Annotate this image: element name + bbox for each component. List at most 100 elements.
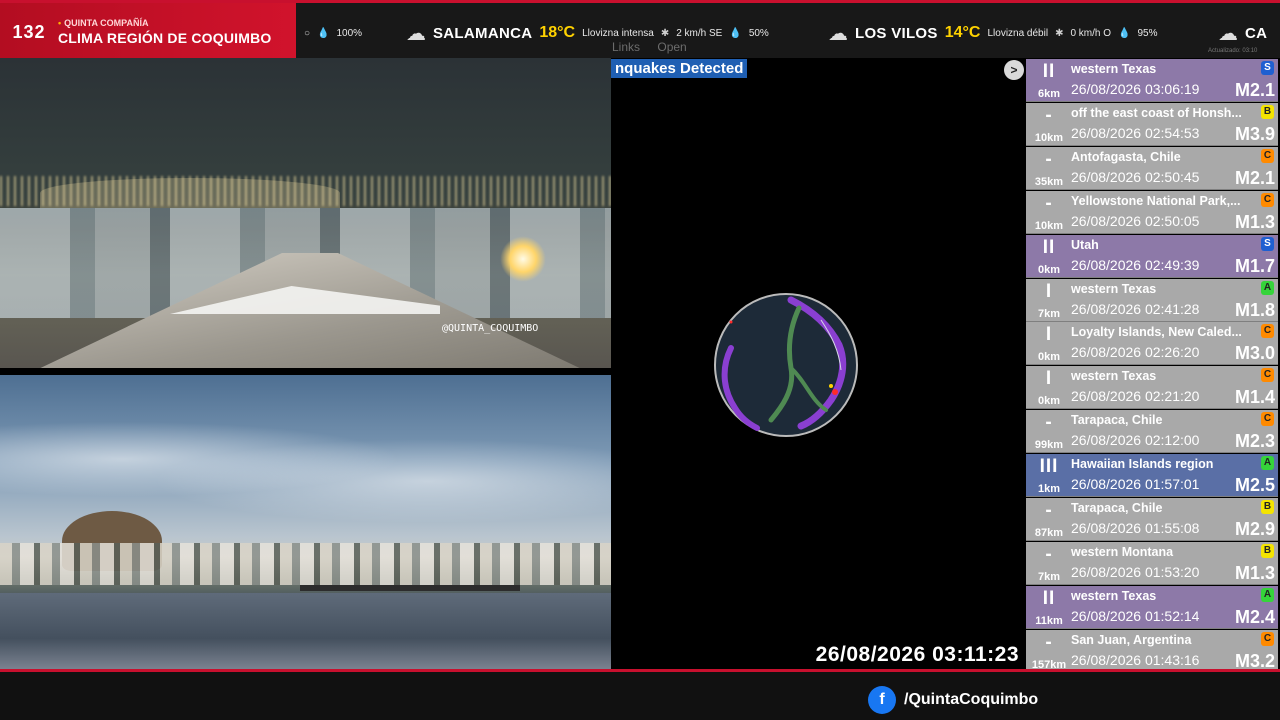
alert-level-badge: B [1261, 543, 1274, 558]
ticker-item: ☁ CA [1218, 19, 1267, 47]
quake-row[interactable]: - 35km Antofagasta, Chile 26/08/2026 02:50:… [1026, 146, 1278, 190]
quake-magnitude: M1.4 [1234, 387, 1275, 408]
alert-level-badge: A [1261, 280, 1274, 295]
depth-label: 99km [1034, 439, 1064, 452]
quake-time: 26/08/2026 03:06:19 [1071, 81, 1200, 97]
depth-label: 10km [1034, 219, 1064, 232]
earth-globe[interactable] [711, 290, 861, 440]
quake-time: 26/08/2026 02:41:28 [1071, 300, 1200, 317]
quake-row[interactable]: II 6km western Texas 26/08/2026 03:06:19 M2.… [1026, 59, 1278, 102]
quake-location: western Texas [1071, 588, 1157, 603]
night-city-camera: @QUINTA_COQUIMBO [0, 58, 611, 368]
quake-magnitude: M1.3 [1234, 562, 1275, 583]
quake-magnitude: M1.8 [1234, 299, 1275, 320]
quake-location: western Texas [1071, 281, 1157, 296]
quake-row[interactable]: II 11km western Texas 26/08/2026 01:52:14 M2… [1026, 585, 1278, 629]
wind-icon: ○ [304, 27, 311, 39]
quake-row[interactable]: - 10km off the east coast of Honsh... 26/08… [1026, 102, 1278, 146]
earthquake-list: II 6km western Texas 26/08/2026 03:06:19 M2.… [1026, 59, 1280, 671]
ticker-condition: Llovizna intensa [582, 27, 654, 39]
bay-camera [0, 375, 611, 669]
pier [300, 585, 520, 591]
ticker-item: ○ 💧 100% [304, 19, 362, 47]
links-menu[interactable]: Links Open [612, 40, 701, 54]
updated-note: Actualizado: 03:10 [1208, 48, 1258, 54]
quake-location: Tarapaca, Chile [1071, 413, 1163, 428]
quake-time: 26/08/2026 01:57:01 [1071, 476, 1200, 493]
quake-location: Yellowstone National Park,... [1071, 193, 1241, 208]
depth-label: 87km [1034, 527, 1064, 539]
quake-location: western Texas [1071, 369, 1157, 384]
facebook-icon[interactable]: f [868, 686, 896, 714]
rain-cloud-icon: ☁ [406, 22, 426, 45]
alert-level-badge: C [1261, 368, 1274, 383]
quake-row[interactable]: III 1km Hawaiian Islands region 26/08/2026 … [1026, 454, 1278, 498]
depth-label: 7km [1037, 307, 1061, 320]
quake-magnitude: M1.7 [1234, 255, 1275, 276]
ticker-temp: 14°C [944, 24, 981, 41]
quake-row[interactable]: - 7km western Montana 26/08/2026 01:53:20 M1… [1026, 541, 1278, 585]
ticker-city: SALAMANCA [433, 24, 533, 42]
quake-time: 26/08/2026 02:54:53 [1071, 124, 1200, 141]
quake-location: Antofagasta, Chile [1071, 149, 1181, 164]
quake-row[interactable]: I 7km western Texas 26/08/2026 02:41:28 M1.8… [1026, 278, 1278, 322]
alert-level-badge: C [1261, 412, 1274, 427]
quake-location: Loyalty Islands, New Caled... [1071, 325, 1242, 340]
quake-magnitude: M2.1 [1234, 167, 1275, 188]
ticker-wind: 0 km/h O [1070, 27, 1112, 39]
quake-row[interactable]: -157km San Juan, Argentina 26/08/2026 01:4… [1026, 629, 1278, 671]
weather-ticker: ○ 💧 100% ☁ SALAMANCA 18°C Llovizna inten… [296, 3, 1280, 61]
intensity-label: - [1045, 148, 1053, 170]
intensity-label: I [1045, 280, 1053, 302]
quake-location: Utah [1071, 237, 1099, 252]
depth-label: 35km [1034, 175, 1064, 188]
quake-magnitude: M2.5 [1234, 475, 1275, 496]
quake-row[interactable]: I 0km Loyalty Islands, New Caled... 26/08/2… [1026, 322, 1278, 366]
ticker-temp: 18°C [539, 24, 576, 41]
facebook-handle[interactable]: /QuintaCoquimbo [904, 691, 1038, 709]
bay-water [0, 593, 611, 669]
street-lamp [500, 236, 546, 282]
quake-row[interactable]: II 0km Utah 26/08/2026 02:49:39 M1.7 S [1026, 234, 1278, 278]
alert-level-badge: A [1261, 456, 1274, 471]
quake-row[interactable]: - 10km Yellowstone National Park,... 26/08/… [1026, 190, 1278, 234]
intensity-label: I [1045, 324, 1053, 346]
depth-label: 7km [1037, 570, 1061, 583]
quake-magnitude: M2.9 [1234, 519, 1275, 539]
quake-row[interactable]: I 0km western Texas 26/08/2026 02:21:20 M1.4… [1026, 366, 1278, 410]
links-item[interactable]: Links [612, 40, 640, 54]
depth-label: 10km [1034, 131, 1064, 144]
alert-level-badge: A [1261, 587, 1274, 602]
quake-time: 26/08/2026 01:52:14 [1071, 607, 1200, 624]
intensity-label: - [1045, 631, 1053, 653]
alert-level-badge: C [1261, 324, 1274, 339]
ticker-condition: Llovizna débil [987, 27, 1049, 39]
quake-magnitude: M2.4 [1234, 606, 1275, 627]
quake-time: 26/08/2026 01:55:08 [1071, 520, 1200, 536]
intensity-label: - [1045, 500, 1053, 521]
intensity-label: - [1045, 104, 1053, 126]
alert-level-badge: B [1261, 500, 1274, 514]
quake-marker [729, 320, 733, 324]
quake-row[interactable]: - 99km Tarapaca, Chile 26/08/2026 02:12:00 M… [1026, 410, 1278, 454]
alert-level-badge: B [1261, 104, 1274, 119]
quake-time: 26/08/2026 02:50:05 [1071, 212, 1200, 229]
quake-marker [829, 384, 833, 388]
quake-location: western Montana [1071, 544, 1174, 559]
alert-level-badge: C [1261, 192, 1274, 207]
open-item[interactable]: Open [657, 40, 686, 54]
intensity-label: - [1045, 543, 1053, 565]
next-button[interactable]: > [1004, 60, 1024, 80]
humidity-icon: 💧 [1118, 27, 1131, 39]
depth-label: 0km [1037, 263, 1061, 276]
depth-label: 6km [1037, 88, 1061, 100]
alert-level-badge: S [1261, 61, 1274, 75]
quake-time: 26/08/2026 02:12:00 [1071, 432, 1200, 449]
humidity-icon: 💧 [729, 27, 742, 39]
rain-cloud-icon: ☁ [828, 22, 848, 45]
quake-row[interactable]: - 87km Tarapaca, Chile 26/08/2026 01:55:08 M… [1026, 498, 1278, 541]
quake-magnitude: M1.3 [1234, 211, 1275, 232]
ticker-wind: 2 km/h SE [676, 27, 723, 39]
quake-magnitude: M3.9 [1234, 123, 1275, 144]
quake-magnitude: M3.2 [1234, 650, 1275, 671]
